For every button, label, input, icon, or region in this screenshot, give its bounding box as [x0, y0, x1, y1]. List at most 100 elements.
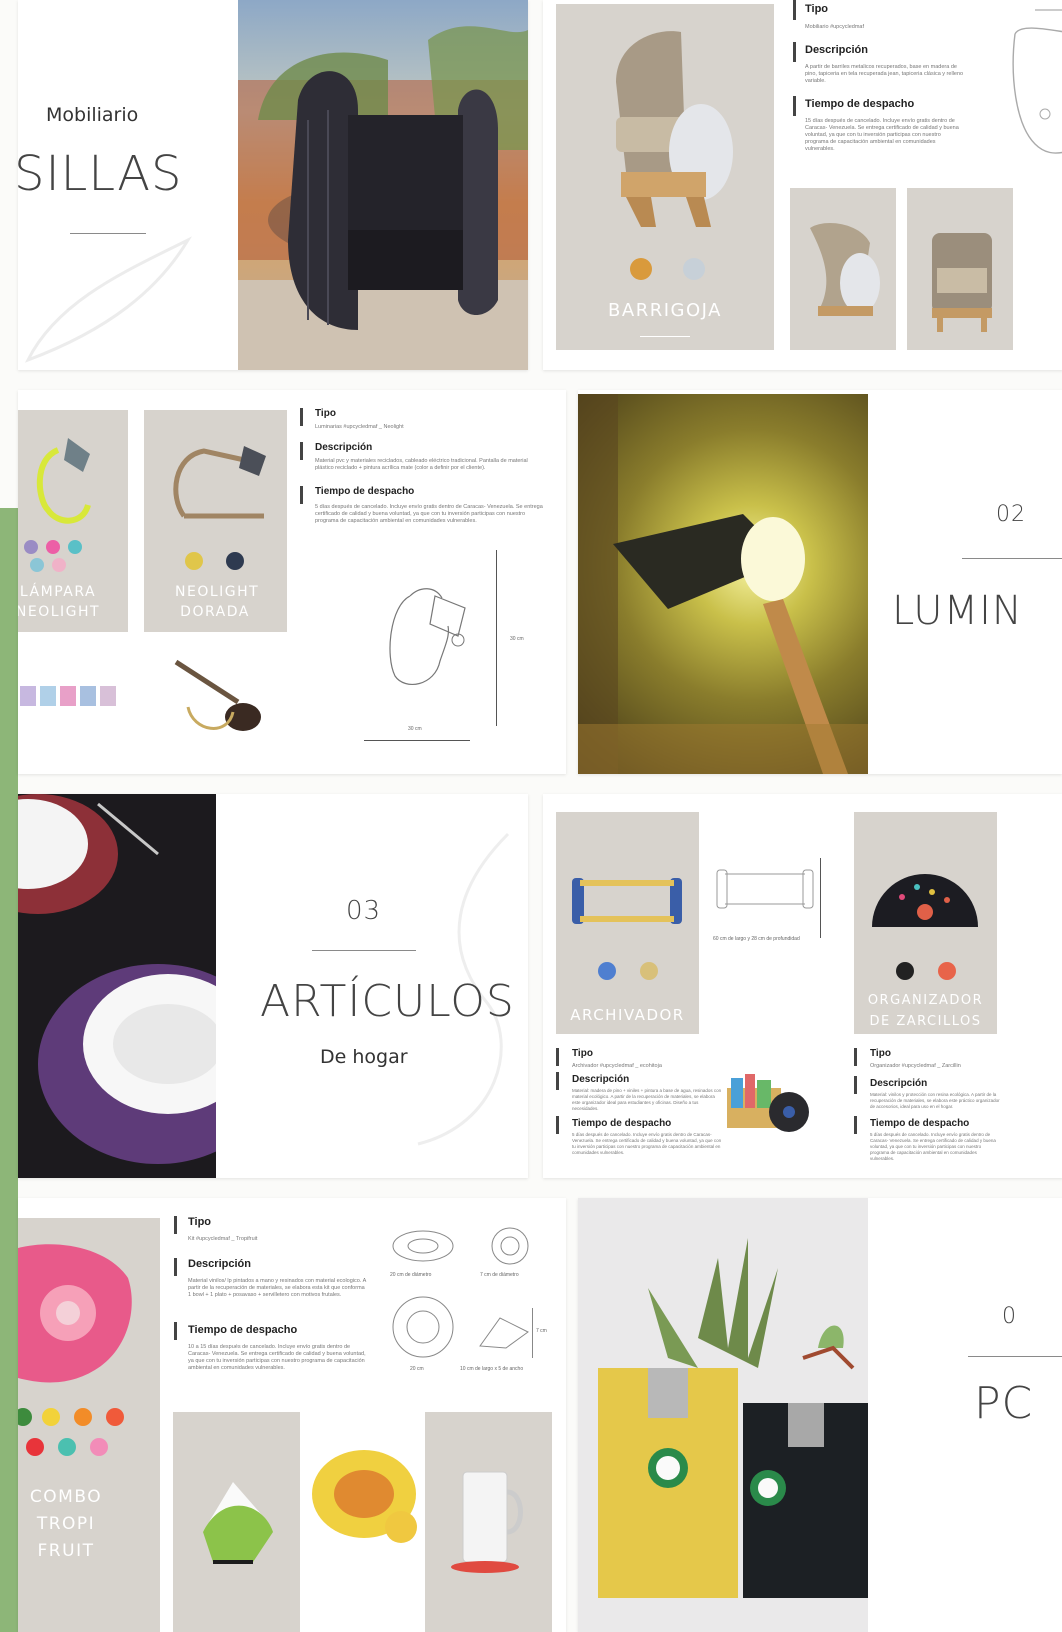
archivador-name: ARCHIVADOR [570, 1006, 685, 1024]
bottle-lamp-photo [578, 394, 868, 774]
luminarias-number: 02 [996, 502, 1026, 527]
tropi-bowl-sketch-icon [392, 1296, 454, 1358]
neolight-dorada-color-1[interactable] [185, 552, 203, 570]
neolight-dim-h-line [364, 740, 470, 741]
neolight-time-text: 5 días después de cancelado. Incluye env… [315, 504, 543, 524]
zarcillos-tipo-heading: Tipo [870, 1048, 891, 1059]
articulos-number: 03 [346, 896, 382, 926]
neolight-dorada-color-2[interactable] [226, 552, 244, 570]
zarcillos-desc-heading: Descripción [870, 1078, 928, 1089]
tropi-color-7[interactable] [90, 1438, 108, 1456]
tropi-color-1[interactable] [18, 1408, 32, 1426]
zarcillos-bar-1 [854, 1048, 857, 1066]
barrigoja-bar-2 [793, 42, 796, 62]
tropi-name: COMBO TROPI FRUIT [29, 1487, 103, 1561]
archivador-sketch-icon [716, 869, 814, 909]
zarcillos-color-2[interactable] [938, 962, 956, 980]
sillas-divider [70, 233, 146, 234]
barrigoja-color-1[interactable] [630, 258, 652, 280]
barrigoja-bar-1 [793, 0, 796, 20]
guitar-lamp-icon [174, 659, 261, 731]
neolight-color-5[interactable] [52, 558, 66, 572]
spool-chair-icon [238, 26, 528, 370]
zarcillos-panel: ORGANIZADOR DE ZARCILLOS [854, 812, 997, 1034]
neolight-color-2[interactable] [46, 540, 60, 554]
fruit-bowl-icon [312, 1450, 417, 1543]
barrigoja-color-2[interactable] [683, 258, 705, 280]
neolight-bar-2 [300, 442, 303, 460]
tropi-dim-2: 7 cm de diámetro [480, 1272, 519, 1278]
neolight-panel-2: NEOLIGHT DORADA [144, 410, 287, 632]
barrigoja-name: BARRIGOJA [608, 300, 722, 321]
spool-chair-photo [238, 0, 528, 370]
tropi-panel: COMBO TROPI FRUIT [18, 1218, 160, 1632]
archivador-bar-3 [556, 1116, 559, 1134]
tropi-color-5[interactable] [26, 1438, 44, 1456]
tropi-plate-sketch-icon [392, 1230, 454, 1262]
barrigoja-tipo-text: Mobiliario #upcycledmaf [805, 24, 864, 30]
page: { "sillas": {"category": "Mobiliario", "… [0, 0, 1062, 1632]
barrigoja-thumb-1 [790, 188, 896, 350]
tropi-color-6[interactable] [58, 1438, 76, 1456]
neolight-tipo-text: Luminarias #upcycledmaf _ Neolight [315, 424, 404, 430]
archivador-icon [572, 878, 682, 924]
zarcillos-color-1[interactable] [896, 962, 914, 980]
zarcillos-desc-text: Material: vinilos y protección con resin… [870, 1092, 1000, 1109]
neolight-desc-text: Material pvc y materiales reciclados, ca… [315, 458, 528, 471]
barrigoja-time-heading: Tiempo de despacho [805, 98, 915, 110]
tropi-time-heading: Tiempo de despacho [188, 1324, 298, 1336]
tropi-color-4[interactable] [106, 1408, 124, 1426]
archivador-time-heading: Tiempo de despacho [572, 1118, 672, 1129]
sillas-category: Mobiliario [46, 104, 139, 126]
neolight-color-1[interactable] [24, 540, 38, 554]
articulos-subtitle: De hogar [320, 1046, 408, 1068]
archivador-desc-heading: Descripción [572, 1074, 630, 1085]
neolight-bar-1 [300, 408, 303, 426]
archivador-dims: 60 cm de largo y 28 cm de profundidad [713, 936, 800, 942]
slide-articulos: 03 ARTÍCULOS De hogar [18, 794, 528, 1178]
lamp-shades-icon [20, 686, 116, 706]
tropi-color-2[interactable] [42, 1408, 60, 1426]
tropi-napkin-sketch-icon [479, 1317, 529, 1349]
archivador-color-2[interactable] [640, 962, 658, 980]
porta-divider [968, 1356, 1062, 1357]
tropi-tipo-text: Kit #upcycledmaf _ Tropifruit [188, 1236, 258, 1242]
slide-archivador: ARCHIVADOR 60 cm de largo y 28 cm de pro… [543, 794, 1062, 1178]
napkin-holder-icon [203, 1482, 273, 1564]
barrigoja-thumb-2 [907, 188, 1013, 350]
slide-sillas: Mobiliario SILLAS [18, 0, 528, 370]
slide-tropi-fruit: COMBO TROPI FRUIT Tipo Kit #upcycledmaf … [18, 1198, 566, 1632]
neolight-dim-width: 30 cm [408, 726, 422, 732]
neolight-color-4[interactable] [30, 558, 44, 572]
zarcillos-time-text: 5 días después de cancelado. Incluye env… [870, 1132, 996, 1161]
neolight-color-3[interactable] [68, 540, 82, 554]
neolight-tipo-heading: Tipo [315, 408, 336, 419]
neolight-dim-v-line [496, 550, 497, 726]
tropi-time-text: 10 a 15 días después de cancelado. Inclu… [188, 1344, 366, 1371]
luminarias-title: LUMIN [892, 588, 1023, 634]
barrel-sketch-icon [1012, 9, 1062, 154]
barrigoja-tipo-heading: Tipo [805, 3, 829, 15]
tropi-color-3[interactable] [74, 1408, 92, 1426]
porta-number: 0 [1002, 1304, 1017, 1329]
slide-porta: 0 PC [578, 1198, 1062, 1632]
neolight-dorada-icon [173, 446, 266, 519]
barrigoja-desc-heading: Descripción [805, 44, 868, 56]
barrigoja-bar-3 [793, 96, 796, 116]
zarcillos-time-heading: Tiempo de despacho [870, 1118, 970, 1129]
barrel-chair-side-icon [810, 223, 880, 316]
archivador-dim-line [820, 858, 821, 938]
archivador-tipo-text: Archivador #upcycledmaf _ ecohitoja [572, 1063, 662, 1069]
slide-neolight: LÁMPARA NEOLIGHT NEOLIGHT DORADA Tipo Lu… [18, 390, 566, 774]
barrigoja-desc-text: A partir de barriles metalicos recuperad… [805, 64, 964, 84]
luminarias-divider [962, 558, 1062, 559]
beer-mug-icon [451, 1471, 523, 1573]
barrigoja-divider [640, 336, 690, 337]
neolight-desc-heading: Descripción [315, 442, 373, 453]
green-side-bar [0, 508, 18, 1632]
sillas-title: SILLAS [18, 146, 183, 202]
archivador-color-1[interactable] [598, 962, 616, 980]
barrel-chair-front-icon [932, 233, 992, 332]
tropi-thumb-1 [173, 1412, 300, 1632]
floppy-planters-photo [578, 1198, 868, 1632]
